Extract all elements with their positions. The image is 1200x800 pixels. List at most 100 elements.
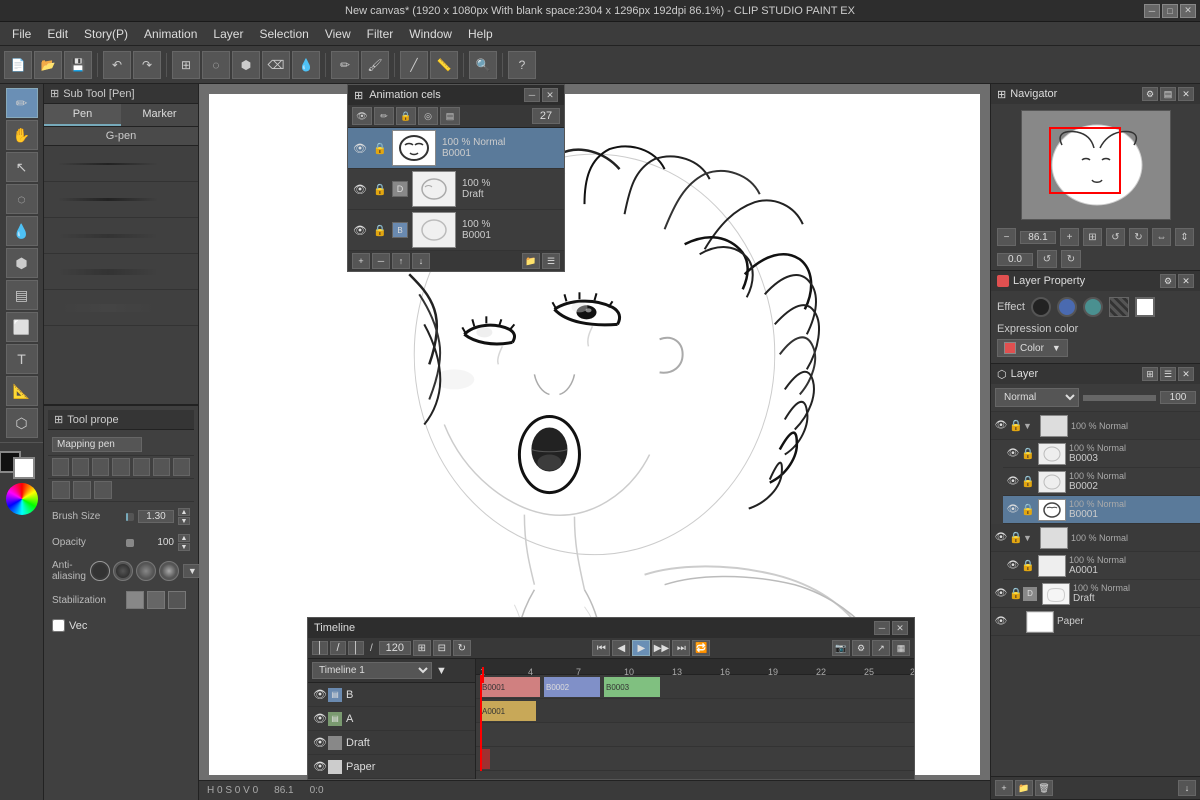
close-button[interactable]: ✕ bbox=[1180, 4, 1196, 18]
anim-menu-btn[interactable]: ☰ bbox=[542, 253, 560, 269]
ruler-tool[interactable]: 📐 bbox=[6, 376, 38, 406]
tp-icon-8[interactable] bbox=[52, 481, 70, 499]
navigator-header[interactable]: ⊞ Navigator ⚙ ▤ ✕ bbox=[991, 84, 1200, 104]
nav-ctrl-2[interactable]: ▤ bbox=[1160, 87, 1176, 101]
help-button[interactable]: ? bbox=[508, 51, 536, 79]
anim-layer-row-1[interactable]: 👁 🔒 100 % Normal B0001 bbox=[348, 128, 564, 169]
marker-tab[interactable]: Marker bbox=[121, 104, 198, 126]
anim-folder-btn[interactable]: 📁 bbox=[522, 253, 540, 269]
menu-selection[interactable]: Selection bbox=[251, 25, 316, 43]
redo-button[interactable]: ↷ bbox=[133, 51, 161, 79]
layer-row-B0002[interactable]: 👁 🔒 100 % Normal B0002 bbox=[1003, 468, 1200, 496]
3d-tool[interactable]: ⬡ bbox=[6, 408, 38, 438]
vec-checkbox[interactable] bbox=[52, 619, 65, 632]
anim-tb-1[interactable]: 👁 bbox=[352, 107, 372, 125]
anim-tb-4[interactable]: ◎ bbox=[418, 107, 438, 125]
layer-panel-header[interactable]: ⬡ Layer ⊞ ☰ ✕ bbox=[991, 364, 1200, 384]
tl-col-3[interactable]: │ bbox=[348, 641, 364, 655]
tl-eye-B[interactable]: 👁 bbox=[312, 687, 328, 703]
tl-col-2[interactable]: / bbox=[330, 641, 346, 655]
opacity-spinner[interactable]: ▲ ▼ bbox=[178, 534, 190, 551]
menu-edit[interactable]: Edit bbox=[39, 25, 76, 43]
layer-lock-B0001[interactable]: 🔒 bbox=[1021, 503, 1035, 516]
tl-next[interactable]: ▶▶ bbox=[652, 640, 670, 656]
eraser-tool[interactable]: ⬜ bbox=[6, 312, 38, 342]
tp-icon-5[interactable] bbox=[133, 458, 150, 476]
nav-zoom-input[interactable] bbox=[1020, 231, 1056, 244]
pencil-button[interactable]: ✏ bbox=[331, 51, 359, 79]
transform-button[interactable]: ⊞ bbox=[172, 51, 200, 79]
lasso-tool[interactable]: ◌ bbox=[6, 184, 38, 214]
brush-button[interactable]: 🖌 bbox=[361, 51, 389, 79]
stab-btn-1[interactable] bbox=[126, 591, 144, 609]
anim-close[interactable]: ✕ bbox=[542, 88, 558, 102]
layer-row-B0001[interactable]: 👁 🔒 100 % Normal B0001 bbox=[1003, 496, 1200, 524]
layer-ctrl-3[interactable]: ✕ bbox=[1178, 367, 1194, 381]
nav-reset2[interactable]: ↻ bbox=[1061, 250, 1081, 268]
anim-layer-row-2[interactable]: 👁 🔒 D 100 % Draft bbox=[348, 169, 564, 210]
layer-lock-draft[interactable]: 🔒 bbox=[1009, 587, 1023, 600]
layer-folder-btn[interactable]: 📁 bbox=[1015, 780, 1033, 796]
brush-size-input[interactable] bbox=[138, 510, 174, 523]
layer-eye-A1[interactable]: 👁 bbox=[993, 530, 1009, 546]
layer-lock-A1[interactable]: 🔒 bbox=[1009, 531, 1023, 544]
menu-view[interactable]: View bbox=[317, 25, 359, 43]
layer-lock-B3[interactable]: 🔒 bbox=[1009, 419, 1023, 432]
eyedropper-tool[interactable]: 💧 bbox=[6, 216, 38, 246]
minimize-button[interactable]: ─ bbox=[1144, 4, 1160, 18]
layer-del-btn[interactable]: 🗑 bbox=[1035, 780, 1053, 796]
layer-eye-draft[interactable]: 👁 bbox=[993, 586, 1009, 602]
tl-col-1[interactable]: │ bbox=[312, 641, 328, 655]
save-button[interactable]: 💾 bbox=[64, 51, 92, 79]
pen-tool[interactable]: ✏ bbox=[6, 88, 38, 118]
layer-blend-select[interactable]: Normal bbox=[995, 388, 1079, 407]
layer-opacity-input[interactable] bbox=[1160, 391, 1196, 404]
layer-down-btn[interactable]: ↓ bbox=[1178, 780, 1196, 796]
timeline-select[interactable]: Timeline 1 bbox=[312, 662, 432, 679]
layer-ctrl-2[interactable]: ☰ bbox=[1160, 367, 1176, 381]
new-file-button[interactable]: 📄 bbox=[4, 51, 32, 79]
tp-icon-9[interactable] bbox=[73, 481, 91, 499]
effect-circle-teal[interactable] bbox=[1083, 297, 1103, 317]
tl-minimize[interactable]: ─ bbox=[874, 621, 890, 635]
tl-cell-b0003[interactable]: B0003 bbox=[604, 677, 660, 697]
tl-eye-draft[interactable]: 👁 bbox=[312, 735, 328, 751]
tl-prev-frame[interactable]: ⏮ bbox=[592, 640, 610, 656]
layer-eye-paper[interactable]: 👁 bbox=[993, 614, 1009, 630]
tp-icon-2[interactable] bbox=[72, 458, 89, 476]
aa-btn-1[interactable] bbox=[90, 561, 110, 581]
tp-icon-3[interactable] bbox=[92, 458, 109, 476]
layer-opacity-slider-track[interactable] bbox=[1083, 395, 1157, 401]
layer-eye-B0003[interactable]: 👁 bbox=[1005, 446, 1021, 462]
group-arrow-B3[interactable]: ▼ bbox=[1023, 421, 1037, 431]
lp-ctrl-1[interactable]: ⚙ bbox=[1160, 274, 1176, 288]
brush-size-slider[interactable] bbox=[126, 513, 134, 521]
layer-ctrl-1[interactable]: ⊞ bbox=[1142, 367, 1158, 381]
anim-frame-input[interactable] bbox=[532, 108, 560, 124]
tl-close[interactable]: ✕ bbox=[892, 621, 908, 635]
tl-eye-paper[interactable]: 👁 bbox=[312, 759, 328, 775]
mapping-pen-input[interactable] bbox=[52, 437, 142, 452]
effect-grid-btn[interactable] bbox=[1109, 297, 1129, 317]
menu-help[interactable]: Help bbox=[460, 25, 501, 43]
fill-tool[interactable]: ⬢ bbox=[6, 248, 38, 278]
tl-add-cel[interactable]: ⊞ bbox=[413, 640, 431, 656]
menu-file[interactable]: File bbox=[4, 25, 39, 43]
tl-loop[interactable]: ↻ bbox=[453, 640, 471, 656]
nav-ctrl-3[interactable]: ✕ bbox=[1178, 87, 1194, 101]
tl-del-cel[interactable]: ⊟ bbox=[433, 640, 451, 656]
tl-layer-row-A[interactable]: 👁 ▤ A bbox=[308, 707, 475, 731]
anim-lock-3[interactable]: 🔒 bbox=[372, 222, 388, 238]
anim-tb-5[interactable]: ▤ bbox=[440, 107, 460, 125]
tl-next-frame[interactable]: ⏭ bbox=[672, 640, 690, 656]
anim-lock-1[interactable]: 🔒 bbox=[372, 140, 388, 156]
tl-layer-row-draft[interactable]: 👁 Draft bbox=[308, 731, 475, 755]
tl-settings[interactable]: ⚙ bbox=[852, 640, 870, 656]
aa-btn-2[interactable] bbox=[113, 561, 133, 581]
tp-icon-4[interactable] bbox=[112, 458, 129, 476]
nav-flip[interactable]: ⇕ bbox=[1175, 228, 1194, 246]
nav-zoom-in[interactable]: + bbox=[1060, 228, 1079, 246]
brush-size-spinner[interactable]: ▲ ▼ bbox=[178, 508, 190, 525]
aa-btn-3[interactable] bbox=[136, 561, 156, 581]
layer-lock-B0002[interactable]: 🔒 bbox=[1021, 475, 1035, 488]
